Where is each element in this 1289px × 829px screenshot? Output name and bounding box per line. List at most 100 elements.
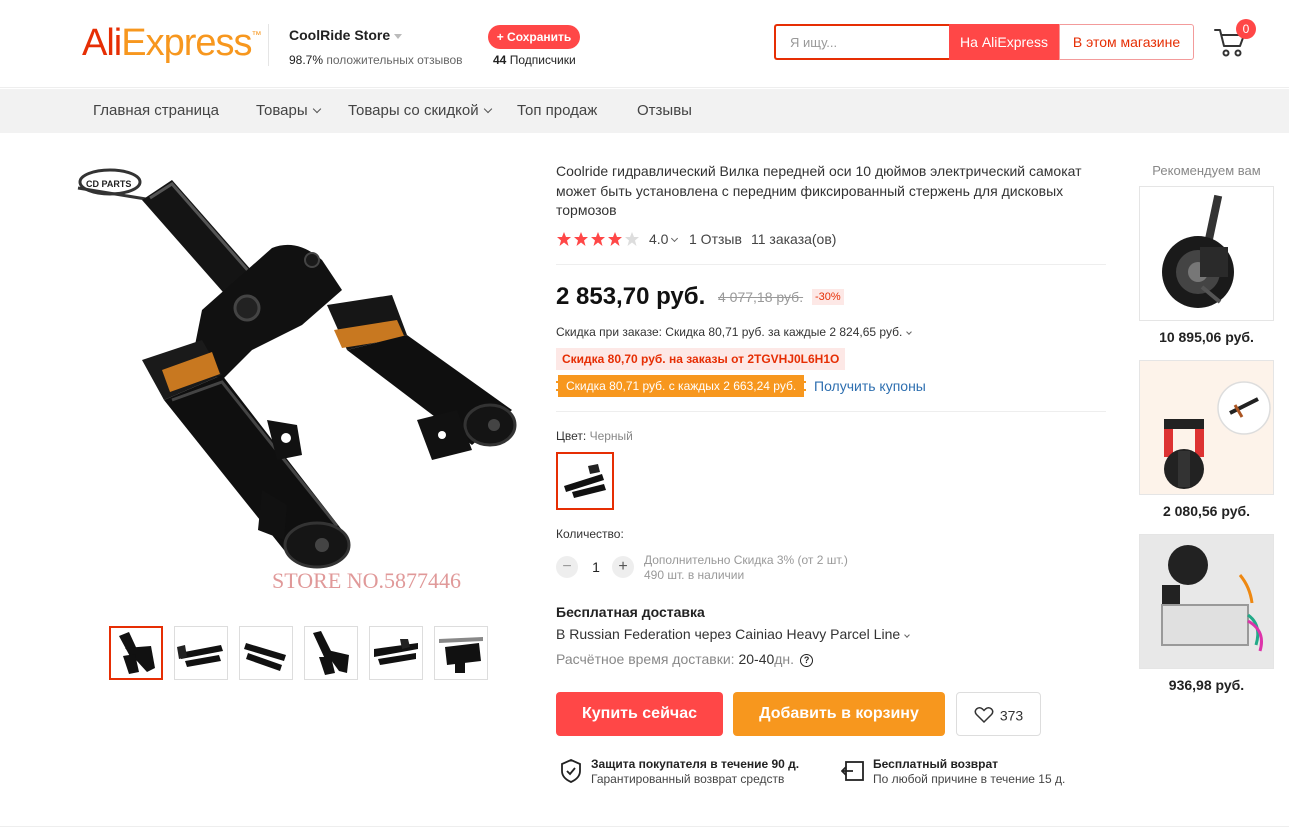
shipping-route: В Russian Federation через Cainiao Heavy… [556,626,901,642]
rating-value-dropdown[interactable]: 4.0 [649,231,679,247]
protection-title: Защита покупателя в течение 90 д. [591,757,800,771]
search-input[interactable]: Я ищу... [774,24,949,60]
star-empty-icon [625,232,639,246]
suspension-fork-icon [1140,361,1273,494]
thumbnail-2[interactable] [174,626,228,680]
aliexpress-logo[interactable]: AliExpress™ [82,22,262,65]
protection-subtitle: Гарантированный возврат средств [591,772,785,786]
return-subtitle: По любой причине в течение 15 д. [873,772,1066,786]
fork-swatch-icon [564,464,606,498]
coupon-code-tag[interactable]: Скидка 80,70 руб. на заказы от 2TGVHJ0L6… [556,348,846,370]
recommend-price-1: 10 895,06 руб. [1159,329,1254,345]
buy-now-button[interactable]: Купить сейчас [556,692,723,736]
nav-home[interactable]: Главная страница [93,89,219,133]
thumbnail-6[interactable] [434,626,488,680]
search-aliexpress-button[interactable]: На AliExpress [949,24,1059,60]
current-price: 2 853,70 руб. [556,283,706,310]
store-coupon-tag[interactable]: Скидка 80,71 руб. с каждых 2 663,24 руб. [556,375,807,397]
controller-display-icon [1140,535,1273,668]
rating-stars [556,231,644,247]
delivery-unit: дн. [774,651,795,667]
logo-ali-text: Ali [82,22,122,64]
star-icon [574,232,588,246]
watermark-brand: CD PARTS [86,179,131,189]
color-option-black[interactable] [556,452,614,510]
delivery-value: 20-40 [738,651,775,667]
chevron-down-icon [671,234,679,243]
recommend-title: Рекомендуем вам [1152,163,1261,178]
nav-reviews-label: Отзывы [637,102,692,119]
quantity-decrease-button[interactable]: − [556,556,578,578]
wishlist-button[interactable]: 373 [956,692,1041,736]
thumbnail-3[interactable] [239,626,293,680]
store-name-link[interactable]: CoolRide Store [289,27,403,43]
star-icon [591,232,605,246]
heart-icon [974,707,994,724]
nav-products[interactable]: Товары [256,89,321,133]
cart-count-badge: 0 [1236,19,1256,39]
wishlist-count: 373 [999,707,1024,724]
return-icon [840,760,865,782]
site-header: AliExpress™ CoolRide Store 98.7% положит… [0,0,1289,88]
search-store-button[interactable]: В этом магазине [1059,24,1194,60]
divider [556,264,1106,265]
fork-thumb-icon [119,632,155,674]
nav-discounts-label: Товары со скидкой [348,102,479,119]
chevron-down-icon [904,632,910,638]
store-name: CoolRide Store [289,27,391,43]
save-store-button[interactable]: + Сохранить [488,25,580,49]
thumbnail-4[interactable] [304,626,358,680]
chevron-down-icon [312,104,321,114]
nav-top-sales[interactable]: Топ продаж [517,89,597,133]
store-rating-label: положительных отзывов [326,53,463,67]
caret-down-icon [394,33,403,39]
shipping-title: Бесплатная доставка [556,604,705,620]
brand-logo-icon: CD PARTS [77,168,153,202]
scooter-wheel-icon [1162,194,1234,308]
get-coupons-link[interactable]: Получить купоны [814,378,926,394]
product-main-image[interactable]: CD PARTS STORE NO.5877446 [72,160,522,605]
quantity-note: Дополнительно Скидка 3% (от 2 шт.) 490 ш… [644,553,848,583]
shield-check-icon [560,759,582,783]
star-icon [608,232,622,246]
star-icon [557,232,571,246]
color-label-text: Цвет: [556,429,587,443]
thumbnail-5[interactable] [369,626,423,680]
help-icon[interactable]: ? [800,653,814,667]
rating-value: 4.0 [649,231,669,247]
thumbnail-1[interactable] [109,626,163,680]
nav-products-label: Товары [256,102,308,119]
return-title: Бесплатный возврат [873,757,999,771]
subscribers-label: Подписчики [509,53,576,67]
recommend-item-2[interactable] [1139,360,1274,495]
header-divider [268,24,269,66]
store-nav: Главная страница Товары Товары со скидко… [0,89,1289,133]
quantity-increase-button[interactable]: + [612,556,634,578]
chevron-down-icon [483,104,492,114]
logo-tm: ™ [251,30,262,41]
shipping-method-dropdown[interactable]: В Russian Federation через Cainiao Heavy… [556,626,910,642]
fork-thumb-icon [244,643,286,671]
recommend-price-2: 2 080,56 руб. [1162,503,1251,519]
recommend-price-3: 936,98 руб. [1168,677,1245,693]
color-label: Цвет: Черный [556,429,633,443]
product-title: Coolride гидравлический Вилка передней о… [556,163,1082,218]
subscribers-count: 44 [493,53,507,67]
order-discount-dropdown[interactable]: Скидка при заказе: Скидка 80,71 руб. за … [556,325,913,339]
recommend-item-1[interactable] [1139,186,1274,321]
reviews-link[interactable]: 1 Отзыв [689,231,742,247]
color-value: Черный [589,429,633,443]
store-rating-percent: 98.7% [289,53,324,67]
add-to-cart-button[interactable]: Добавить в корзину [733,692,945,736]
fork-thumb-icon [439,637,483,673]
discount-badge: -30% [812,289,844,305]
chevron-down-icon [906,329,913,335]
delivery-time: Расчётное время доставки: 20-40дн.? [556,651,814,667]
quantity-input[interactable]: 1 [590,559,602,575]
nav-reviews[interactable]: Отзывы [637,89,692,133]
nav-discounts[interactable]: Товары со скидкой [348,89,492,133]
extra-discount-text: Дополнительно Скидка 3% (от 2 шт.) [644,553,848,567]
recommend-item-3[interactable] [1139,534,1274,669]
quantity-label: Количество: [556,527,624,541]
nav-top-sales-label: Топ продаж [517,102,598,119]
